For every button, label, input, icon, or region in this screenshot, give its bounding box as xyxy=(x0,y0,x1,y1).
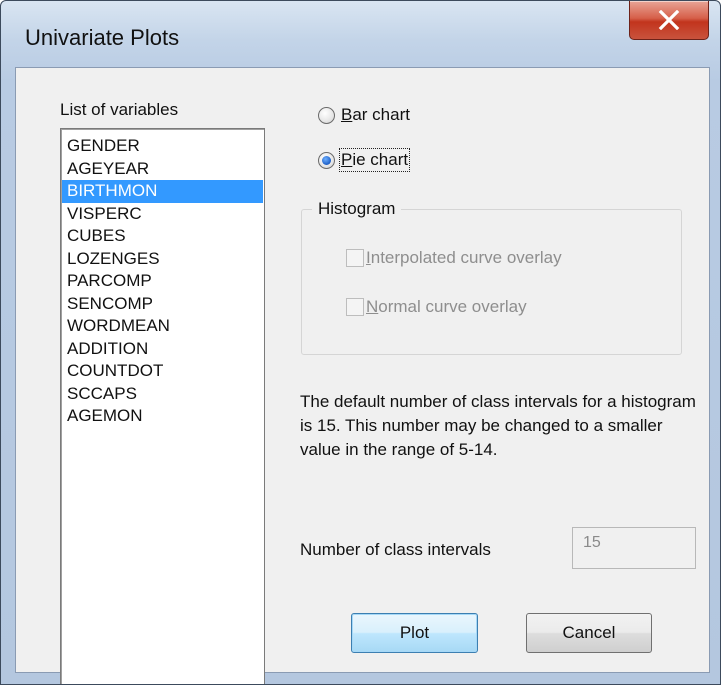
list-item[interactable]: LOZENGES xyxy=(62,248,263,271)
window-title: Univariate Plots xyxy=(25,25,180,50)
normal-curve-checkbox[interactable]: Normal curve overlay xyxy=(346,297,527,317)
close-button[interactable] xyxy=(629,1,709,40)
list-item[interactable]: SCCAPS xyxy=(62,383,263,406)
bar-chart-radio[interactable]: Bar chart xyxy=(318,105,410,125)
class-intervals-label: Number of class intervals xyxy=(300,540,491,559)
list-item[interactable]: BIRTHMON xyxy=(62,180,263,203)
list-item[interactable]: ADDITION xyxy=(62,338,263,361)
list-item[interactable]: PARCOMP xyxy=(62,270,263,293)
bar-chart-radio-button[interactable] xyxy=(318,106,335,124)
close-icon xyxy=(658,10,680,30)
pie-chart-radio[interactable]: Pie chart xyxy=(318,148,411,172)
interpolated-curve-checkbox-box[interactable] xyxy=(346,249,364,267)
normal-curve-checkbox-box[interactable] xyxy=(346,298,364,316)
list-item[interactable]: AGEYEAR xyxy=(62,158,263,181)
interpolated-curve-label: Interpolated curve overlay xyxy=(366,248,562,267)
normal-curve-label: Normal curve overlay xyxy=(366,297,527,316)
list-item[interactable]: AGEMON xyxy=(62,405,263,428)
histogram-groupbox xyxy=(301,209,682,355)
list-item[interactable]: WORDMEAN xyxy=(62,315,263,338)
variables-listbox[interactable]: GENDER AGEYEAR BIRTHMON VISPERC CUBES LOZENGE… xyxy=(60,128,265,684)
cancel-button[interactable]: Cancel xyxy=(526,613,652,653)
interpolated-curve-checkbox[interactable]: Interpolated curve overlay xyxy=(346,248,562,268)
list-item[interactable]: GENDER xyxy=(62,135,263,158)
class-interval-description: The default number of class intervals fo… xyxy=(300,392,696,459)
list-item[interactable]: VISPERC xyxy=(62,203,263,226)
list-item[interactable]: SENCOMP xyxy=(62,293,263,316)
list-item[interactable]: COUNTDOT xyxy=(62,360,263,383)
histogram-group-title: Histogram xyxy=(312,199,402,219)
dialog-window: Univariate Plots List of variables GENDE… xyxy=(0,0,721,685)
class-intervals-input[interactable]: 15 xyxy=(572,527,696,569)
plot-button[interactable]: Plot xyxy=(351,613,478,653)
dialog-client-area: List of variables GENDER AGEYEAR BIRTHMON V… xyxy=(15,67,710,684)
pie-chart-radio-label: Pie chart xyxy=(338,148,411,172)
list-item[interactable]: CUBES xyxy=(62,225,263,248)
pie-chart-radio-button[interactable] xyxy=(318,151,335,169)
title-bar[interactable]: Univariate Plots xyxy=(1,1,720,67)
variables-list-label: List of variables xyxy=(60,100,179,119)
bar-chart-radio-label: Bar chart xyxy=(341,105,410,124)
